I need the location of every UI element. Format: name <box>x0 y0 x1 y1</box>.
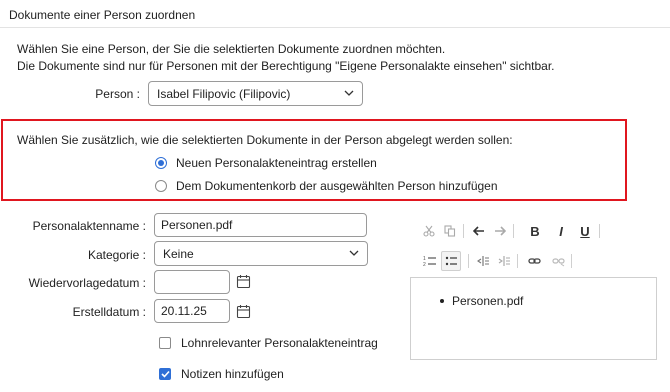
payroll-relevant-checkbox[interactable]: Lohnrelevanter Personalakteneintrag <box>159 336 378 350</box>
toolbar-separator <box>517 254 518 268</box>
category-select[interactable]: Keine <box>154 241 368 266</box>
created-label: Erstelldatum : <box>72 305 146 319</box>
underline-icon[interactable]: U <box>577 223 593 239</box>
checkbox-unchecked-icon <box>159 337 171 349</box>
checkbox-checked-icon <box>159 368 171 380</box>
intro-text-line2: Die Dokumente sind nur für Personen mit … <box>17 59 555 73</box>
cut-icon[interactable] <box>421 223 437 239</box>
name-input[interactable]: Personen.pdf <box>154 213 367 237</box>
editor-list-item: Personen.pdf <box>440 294 523 308</box>
calendar-icon[interactable] <box>236 274 251 289</box>
radio-selected-icon <box>155 157 167 169</box>
toolbar-separator <box>599 224 600 238</box>
chevron-down-icon <box>344 90 354 96</box>
unlink-icon[interactable] <box>550 253 566 269</box>
resubmission-date-input[interactable] <box>154 270 230 294</box>
placement-question: Wählen Sie zusätzlich, wie die selektier… <box>17 133 513 147</box>
copy-icon[interactable] <box>442 223 458 239</box>
radio-new-entry-label: Neuen Personalakteneintrag erstellen <box>176 156 377 170</box>
person-select[interactable]: Isabel Filipovic (Filipovic) <box>148 81 363 106</box>
name-label: Personalaktenname : <box>32 219 146 233</box>
radio-document-basket[interactable]: Dem Dokumentenkorb der ausgewählten Pers… <box>155 179 498 193</box>
resubmission-label: Wiedervorlagedatum : <box>28 276 146 290</box>
svg-text:2: 2 <box>423 262 426 267</box>
indent-icon[interactable] <box>496 253 512 269</box>
radio-new-entry[interactable]: Neuen Personalakteneintrag erstellen <box>155 156 377 170</box>
radio-unselected-icon <box>155 180 167 192</box>
editor-toolbar: B I U 12 <box>410 212 657 278</box>
numbered-list-icon[interactable]: 12 <box>421 253 437 269</box>
calendar-icon[interactable] <box>236 304 251 319</box>
title-divider <box>0 27 670 28</box>
toolbar-separator <box>463 224 464 238</box>
outdent-icon[interactable] <box>475 253 491 269</box>
toolbar-separator <box>513 224 514 238</box>
italic-icon[interactable]: I <box>553 223 569 239</box>
add-notes-label: Notizen hinzufügen <box>181 367 284 381</box>
chevron-down-icon <box>349 250 359 256</box>
dialog-title: Dokumente einer Person zuordnen <box>9 8 196 22</box>
bullet-icon <box>440 299 444 303</box>
bold-icon[interactable]: B <box>527 223 543 239</box>
payroll-relevant-label: Lohnrelevanter Personalakteneintrag <box>181 336 378 350</box>
bulleted-list-icon[interactable] <box>441 251 461 271</box>
created-date-input[interactable]: 20.11.25 <box>154 299 230 323</box>
toolbar-separator <box>468 254 469 268</box>
redo-icon[interactable] <box>492 223 508 239</box>
radio-document-basket-label: Dem Dokumentenkorb der ausgewählten Pers… <box>176 179 498 193</box>
person-select-value: Isabel Filipovic (Filipovic) <box>157 86 291 101</box>
undo-icon[interactable] <box>471 223 487 239</box>
person-label: Person : <box>95 87 140 101</box>
intro-text-line1: Wählen Sie eine Person, der Sie die sele… <box>17 42 446 56</box>
toolbar-separator <box>571 254 572 268</box>
category-select-value: Keine <box>163 246 194 261</box>
category-label: Kategorie : <box>87 248 146 262</box>
link-icon[interactable] <box>526 253 542 269</box>
add-notes-checkbox[interactable]: Notizen hinzufügen <box>159 367 284 381</box>
editor-list-item-text: Personen.pdf <box>452 294 524 308</box>
